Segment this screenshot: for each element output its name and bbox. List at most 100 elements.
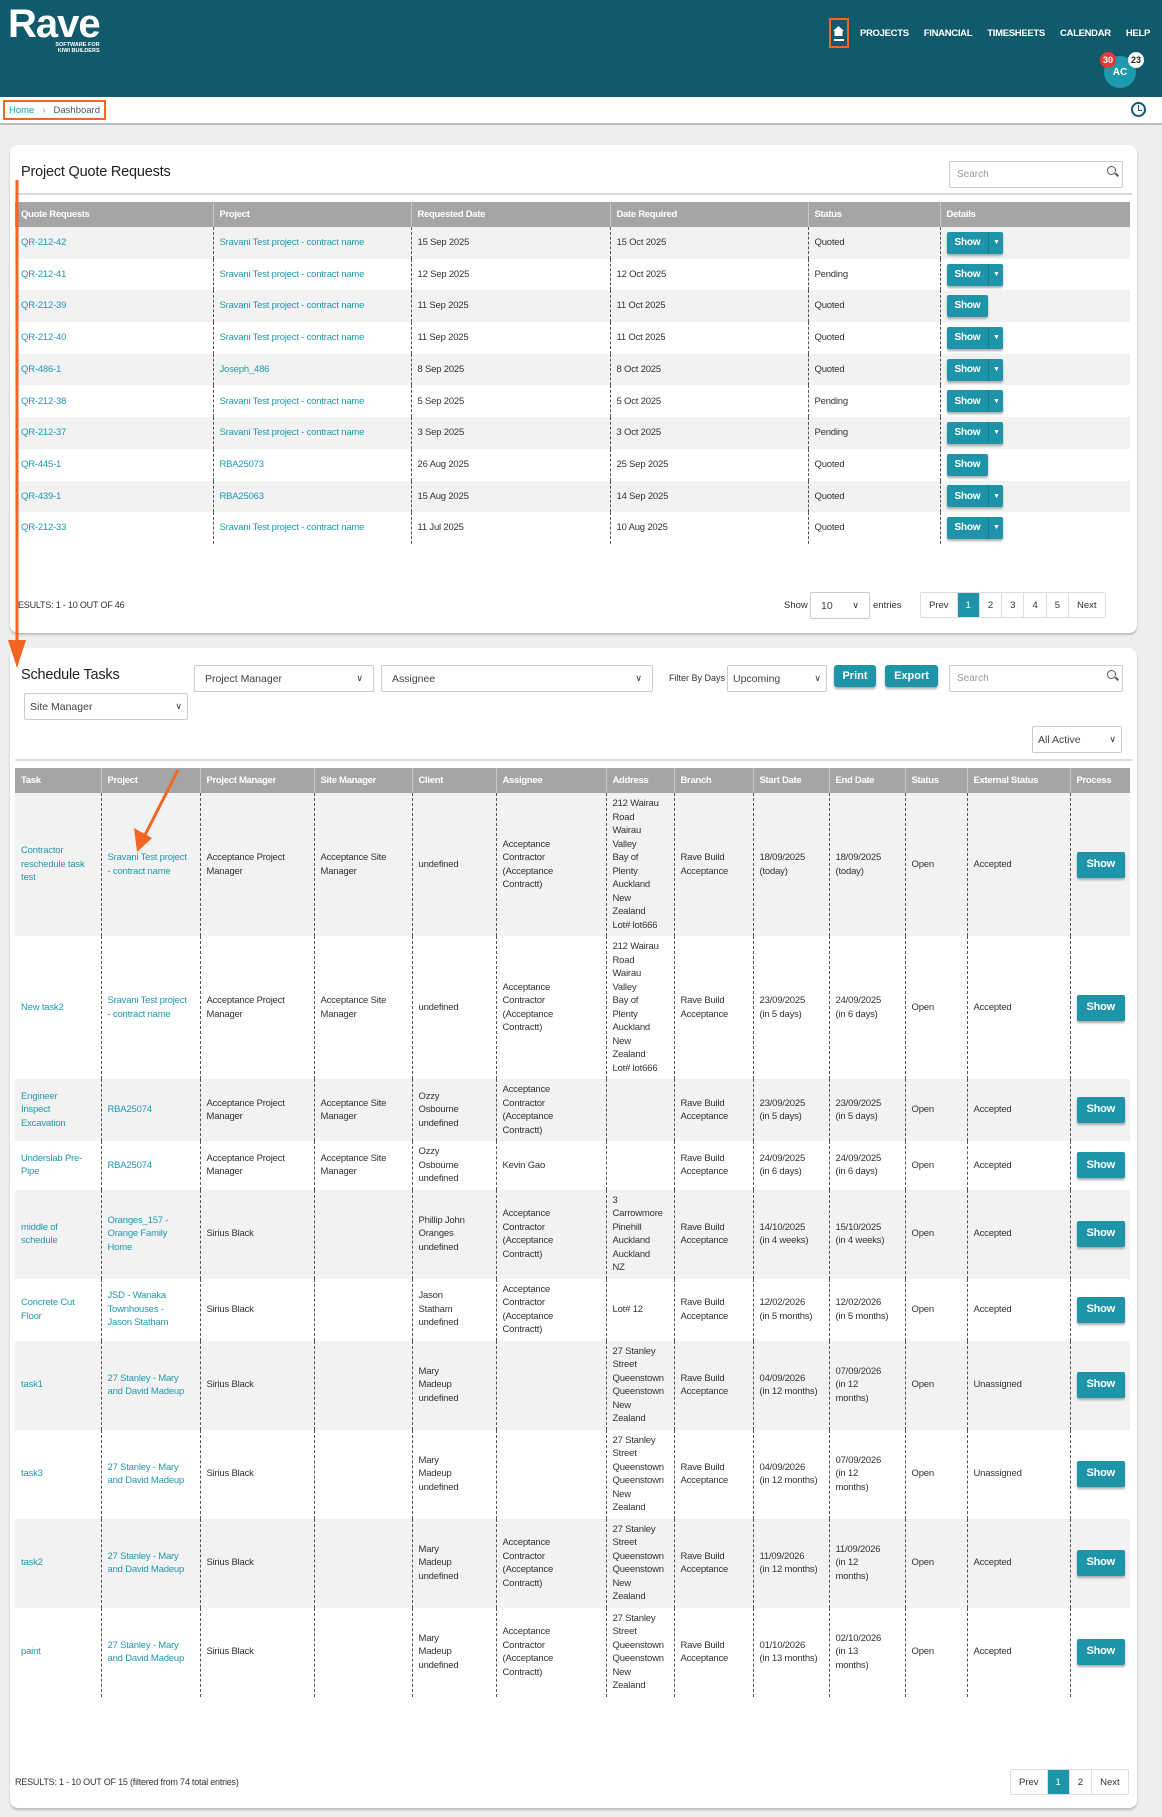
quote-request-link[interactable]: QR-445-1 [15,448,214,481]
page-1[interactable]: 1 [957,593,980,617]
page-5[interactable]: 5 [1047,593,1070,617]
column-header[interactable]: Assignee [496,768,607,793]
project-link[interactable]: 27 Stanley - Mary and David Madeup [101,1340,201,1430]
column-header[interactable]: Site Manager [314,768,413,793]
page-prev[interactable]: Prev [1011,1770,1048,1794]
caret-down-icon[interactable]: ▼ [988,390,1003,413]
page-1[interactable]: 1 [1047,1770,1070,1794]
project-link[interactable]: Joseph_486 [213,353,412,386]
task-link[interactable]: task3 [15,1429,102,1519]
show-button[interactable]: Show [1076,1461,1126,1487]
nav-timesheets[interactable]: TIMESHEETS [987,28,1045,39]
project-link[interactable]: Sravani Test project - contract name [213,385,412,418]
project-link[interactable]: RBA25073 [213,448,412,481]
breadcrumb-home[interactable]: Home [9,105,34,116]
page-next[interactable]: Next [1092,1770,1128,1794]
nav-calendar[interactable]: CALENDAR [1060,28,1111,39]
project-link[interactable]: RBA25063 [213,480,412,513]
show-button[interactable]: Show [946,295,989,318]
column-header[interactable]: Client [412,768,497,793]
quote-request-link[interactable]: QR-212-41 [15,258,214,291]
column-header[interactable]: Project [213,202,412,227]
project-link[interactable]: 27 Stanley - Mary and David Madeup [101,1429,201,1519]
column-header[interactable]: Project Manager [200,768,315,793]
project-link[interactable]: Oranges_157 - Orange Family Home [101,1189,201,1279]
caret-down-icon[interactable]: ▼ [988,231,1003,254]
project-link[interactable]: Sravani Test project - contract name [213,290,412,323]
project-link[interactable]: Sravani Test project - contract name [213,258,412,291]
column-header[interactable]: Quote Requests [15,202,214,227]
home-nav-button[interactable] [828,18,849,48]
show-button[interactable]: Show ▼ [946,231,1004,254]
project-link[interactable]: 27 Stanley - Mary and David Madeup [101,1607,201,1697]
quote-request-link[interactable]: QR-212-33 [15,512,214,544]
page-3[interactable]: 3 [1002,593,1025,617]
quote-request-link[interactable]: QR-212-37 [15,417,214,449]
column-header[interactable]: Status [905,768,968,793]
caret-down-icon[interactable]: ▼ [988,263,1003,286]
caret-down-icon[interactable]: ▼ [988,517,1003,540]
show-button[interactable]: Show [1076,1372,1126,1398]
project-link[interactable]: Sravani Test project - contract name [101,793,201,936]
column-header[interactable]: Details [940,202,1130,227]
task-link[interactable]: Engineer Inspect Excavation [15,1079,102,1141]
rave-logo[interactable]: Rave SOFTWARE FOR KIWI BUILDERS [8,2,101,54]
column-header[interactable]: Status [808,202,941,227]
column-header[interactable]: Task [15,768,102,793]
show-button[interactable]: Show [1076,851,1126,878]
show-button[interactable]: Show [1076,1550,1126,1576]
caret-down-icon[interactable]: ▼ [988,485,1003,508]
task-link[interactable]: Contractor reschedule task test [15,793,102,936]
quotes-search-input[interactable]: Search [949,161,1123,188]
column-header[interactable]: Project [101,768,201,793]
project-link[interactable]: 27 Stanley - Mary and David Madeup [101,1518,201,1608]
project-link[interactable]: RBA25074 [101,1079,201,1141]
nav-help[interactable]: HELP [1126,28,1150,39]
page-2[interactable]: 2 [1070,1770,1093,1794]
notification-badge-red[interactable]: 30 [1100,52,1116,68]
show-button[interactable]: Show [1076,1296,1126,1323]
show-button[interactable]: Show ▼ [946,326,1004,349]
show-button[interactable]: Show ▼ [946,263,1004,286]
page-next[interactable]: Next [1069,593,1105,617]
project-link[interactable]: Sravani Test project - contract name [213,417,412,449]
quote-request-link[interactable]: QR-439-1 [15,480,214,513]
project-link[interactable]: JSD - Wanaka Townhouses - Jason Statham [101,1278,201,1341]
active-filter-select[interactable]: All Active ∨ [1032,726,1122,753]
column-header[interactable]: End Date [829,768,906,793]
clock-icon[interactable] [1131,102,1146,117]
nav-projects[interactable]: PROJECTS [860,28,909,39]
column-header[interactable]: Date Required [610,202,809,227]
show-button[interactable]: Show ▼ [946,390,1004,413]
tasks-search-input[interactable]: Search [949,665,1123,692]
page-2[interactable]: 2 [980,593,1003,617]
task-link[interactable]: Underslab Pre- Pipe [15,1141,102,1190]
task-link[interactable]: task1 [15,1340,102,1430]
site-manager-select[interactable]: Site Manager ∨ [24,693,188,720]
page-prev[interactable]: Prev [921,593,958,617]
column-header[interactable]: Start Date [753,768,830,793]
print-button[interactable]: Print [834,665,876,687]
assignee-select[interactable]: Assignee ∨ [381,665,653,692]
page-4[interactable]: 4 [1024,593,1047,617]
show-button[interactable]: Show ▼ [946,485,1004,508]
show-button[interactable]: Show ▼ [946,358,1004,381]
task-link[interactable]: New task2 [15,936,102,1079]
column-header[interactable]: External Status [967,768,1071,793]
quote-request-link[interactable]: QR-212-38 [15,385,214,418]
project-link[interactable]: RBA25074 [101,1141,201,1190]
quote-request-link[interactable]: QR-486-1 [15,353,214,386]
caret-down-icon[interactable]: ▼ [988,358,1003,381]
project-manager-select[interactable]: Project Manager ∨ [194,665,374,692]
column-header[interactable]: Address [606,768,675,793]
quote-request-link[interactable]: QR-212-42 [15,227,214,259]
project-link[interactable]: Sravani Test project - contract name [213,227,412,259]
project-link[interactable]: Sravani Test project - contract name [213,322,412,354]
column-header[interactable]: Process [1070,768,1130,793]
task-link[interactable]: Concrete Cut Floor [15,1278,102,1341]
entries-select[interactable]: 10 ∨ [810,592,870,619]
show-button[interactable]: Show ▼ [946,421,1004,444]
caret-down-icon[interactable]: ▼ [988,421,1003,444]
quote-request-link[interactable]: QR-212-40 [15,322,214,354]
show-button[interactable]: Show [1076,1221,1126,1247]
